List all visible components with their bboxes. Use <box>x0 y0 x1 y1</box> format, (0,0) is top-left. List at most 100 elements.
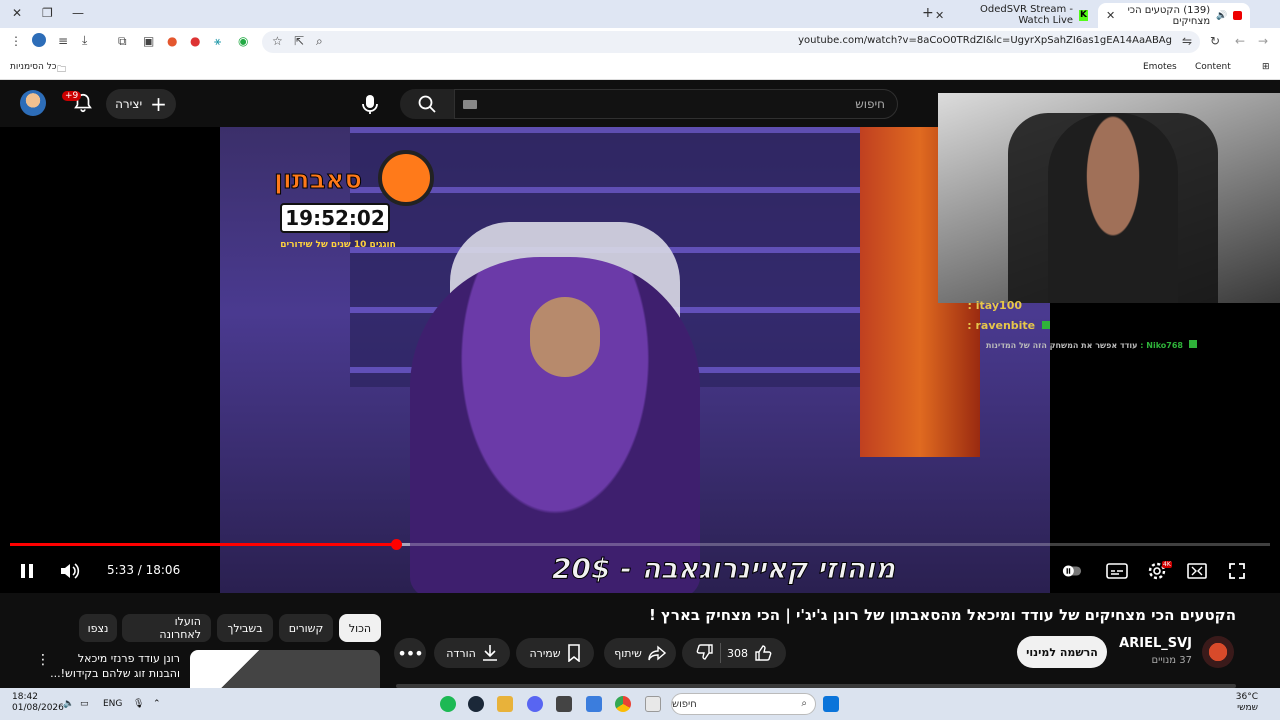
pause-button[interactable] <box>16 560 38 582</box>
share-page-icon[interactable]: ⇱ <box>294 34 304 48</box>
reading-list-icon[interactable]: ≡ <box>58 34 68 48</box>
kick-icon: K <box>1079 9 1088 21</box>
file-explorer-icon[interactable] <box>645 696 661 712</box>
chip-for-you[interactable]: בשבילך <box>217 614 273 642</box>
back-icon[interactable]: → <box>1258 34 1268 48</box>
chip-recently-uploaded[interactable]: הועלו לאחרונה <box>122 614 211 642</box>
fullscreen-button[interactable] <box>1226 560 1248 582</box>
translate-icon[interactable]: ⚹ <box>214 34 221 49</box>
chat-text: עודד אפשר את המשחק הזה של המדינות <box>986 341 1138 350</box>
channel-name[interactable]: ARIEL_SVJ <box>1119 636 1192 651</box>
windows-start-icon[interactable] <box>823 696 839 712</box>
thumbs-down-icon <box>696 643 713 660</box>
clock[interactable]: 18:42 01/08/2026 <box>12 692 64 714</box>
taskbar-search[interactable]: חיפוש ⌕ <box>671 693 816 715</box>
apps-icon[interactable]: ⊞ <box>1262 62 1270 72</box>
miniplayer-button[interactable] <box>1185 560 1209 582</box>
account-avatar[interactable] <box>20 90 46 116</box>
video-title: הקטעים הכי מצחיקים של עודד ומיכאל מהסאבת… <box>648 606 1236 624</box>
like-count: 308 <box>727 646 748 660</box>
audio-icon[interactable]: 🔊 <box>1216 11 1227 21</box>
chip-all[interactable]: הכול <box>339 614 381 642</box>
create-button[interactable]: יצירה + <box>106 89 176 119</box>
language-indicator[interactable]: ENG <box>103 699 122 709</box>
steam-icon[interactable] <box>468 696 484 712</box>
video-frame <box>220 127 1050 593</box>
autoplay-icon <box>1062 565 1082 577</box>
tab-odedsvr-stream[interactable]: K OdedSVR Stream - Watch Live ✕ <box>929 4 1094 26</box>
extensions-icon[interactable]: ⧉ <box>118 34 127 49</box>
bookmark-content[interactable]: Content <box>1195 62 1231 72</box>
url-input[interactable]: ☆ ⇱ ⌕ youtube.com/watch?v=8aCoO0TRdZI&lc… <box>262 31 1200 53</box>
recommendation-title[interactable]: רונן עודד פרנזי מיכאל והבנות זוג שלהם בק… <box>50 651 180 681</box>
quality-badge: 4K <box>1162 561 1172 568</box>
tab-title: OdedSVR Stream - Watch Live <box>980 4 1074 26</box>
autoplay-toggle[interactable] <box>1062 560 1082 582</box>
share-button[interactable]: שיתוף <box>604 638 676 668</box>
profile-avatar-icon[interactable] <box>32 33 46 47</box>
search-input[interactable]: חיפוש <box>454 89 898 119</box>
app-icon[interactable] <box>497 696 513 712</box>
search-icon <box>418 95 436 113</box>
forward-icon[interactable]: ← <box>1235 34 1245 48</box>
site-settings-icon[interactable]: ⇋ <box>1182 34 1192 48</box>
search-button[interactable] <box>400 89 454 119</box>
extension-icon[interactable]: ◉ <box>238 34 248 48</box>
bookmark-star-icon[interactable]: ☆ <box>272 34 283 48</box>
more-vertical-icon[interactable]: ⋮ <box>36 652 50 668</box>
like-dislike-group: 308 <box>682 638 786 668</box>
download-icon[interactable]: ⤓ <box>82 33 87 48</box>
save-button[interactable]: שמירה <box>516 638 594 668</box>
mic-tray-icon[interactable]: 🎙 <box>133 699 144 709</box>
app-grid-icon[interactable] <box>586 696 602 712</box>
voice-search-button[interactable] <box>355 89 385 119</box>
extension-icon[interactable]: ● <box>190 34 200 48</box>
clock-date: 01/08/2026 <box>12 703 64 713</box>
app-icon[interactable] <box>556 696 572 712</box>
create-label: יצירה <box>115 97 143 111</box>
chrome-icon[interactable] <box>615 696 631 712</box>
menu-icon[interactable]: ⋮ <box>10 34 22 48</box>
reload-icon[interactable]: ↻ <box>1210 34 1220 48</box>
bookmark-emotes[interactable]: Emotes <box>1143 62 1177 72</box>
chevron-up-icon[interactable]: ⌃ <box>153 699 161 709</box>
volume-button[interactable] <box>58 560 82 582</box>
extension-icon[interactable]: ● <box>167 34 177 48</box>
download-button[interactable]: הורדה <box>434 638 510 668</box>
minimize-window-icon[interactable]: — <box>72 6 84 20</box>
subscriber-count: 37 מנויים <box>1151 655 1192 666</box>
all-bookmarks-link[interactable]: כל הסימניות <box>10 62 57 72</box>
chat-badge-icon <box>1188 340 1197 348</box>
close-tab-icon[interactable]: ✕ <box>935 9 944 22</box>
bookmarks-bar: כל הסימניות 🗀 Emotes Content ⊞ <box>0 56 1280 80</box>
progress-scrubber[interactable] <box>391 539 402 550</box>
close-window-icon[interactable]: ✕ <box>12 6 22 20</box>
weather-widget[interactable]: 36°C שמשי <box>1236 692 1258 714</box>
dislike-button[interactable] <box>696 643 714 664</box>
plus-icon: + <box>150 92 167 116</box>
like-button[interactable]: 308 <box>727 644 772 662</box>
close-tab-icon[interactable]: ✕ <box>1106 9 1115 22</box>
microphone-icon <box>362 95 378 114</box>
chip-related[interactable]: קשורים <box>279 614 333 642</box>
bookmark-icon <box>567 644 580 662</box>
captions-button[interactable] <box>1105 560 1129 582</box>
network-tray-icon[interactable]: ▭ <box>80 699 89 709</box>
volume-tray-icon[interactable]: 🔈 <box>63 699 74 709</box>
recommendation-thumbnail[interactable] <box>190 650 380 690</box>
restore-window-icon[interactable]: ❐ <box>42 6 53 20</box>
more-actions-button[interactable]: ••• <box>394 638 426 668</box>
streamer-webcam <box>938 93 1280 303</box>
spotify-icon[interactable] <box>440 696 456 712</box>
chip-watched[interactable]: נצפו <box>79 614 117 642</box>
volume-icon <box>61 563 80 579</box>
keyboard-icon[interactable] <box>463 100 477 109</box>
extension-icon[interactable]: ▣ <box>143 34 154 48</box>
subscribe-button[interactable]: הרשמה למינוי <box>1017 636 1107 668</box>
folder-icon: 🗀 <box>57 65 67 75</box>
zoom-icon[interactable]: ⌕ <box>316 34 323 49</box>
tab-youtube-active[interactable]: 🔊 (139) הקטעים הכי מצחיקים ✕ <box>1098 3 1250 28</box>
share-icon <box>648 645 666 661</box>
channel-avatar[interactable] <box>1202 636 1234 668</box>
discord-icon[interactable] <box>527 696 543 712</box>
